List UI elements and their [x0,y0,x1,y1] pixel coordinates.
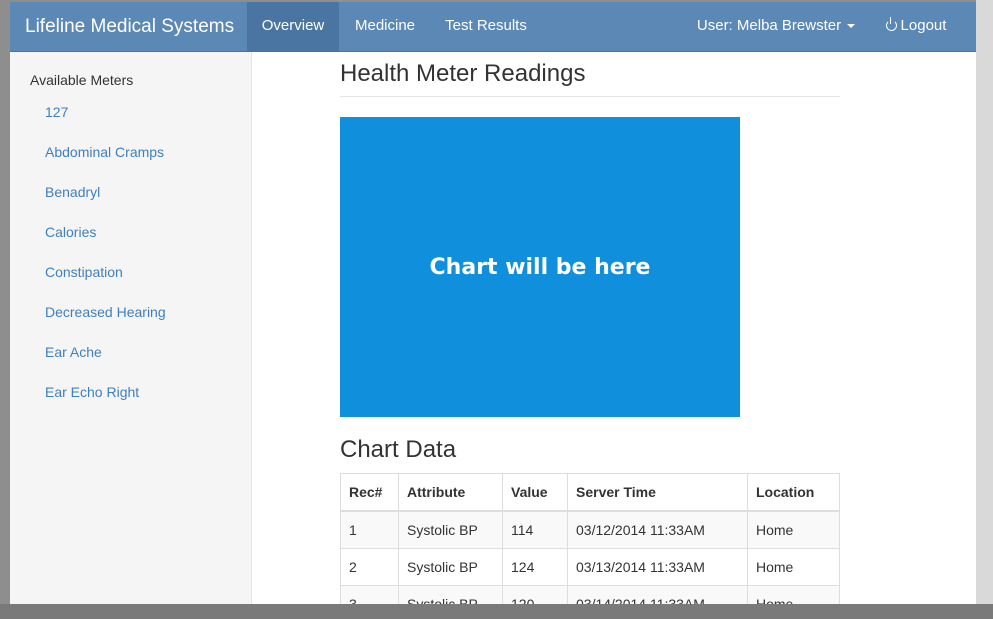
chart-placeholder: Chart will be here [340,117,740,417]
sidebar-item-ear-ache[interactable]: Ear Ache [45,344,102,360]
table-cell: 2 [340,548,399,586]
table-cell: 120 [502,585,568,604]
browser-viewport: Lifeline Medical Systems Overview Medici… [10,2,976,604]
logout-label: Logout [900,17,947,34]
page-title: Health Meter Readings [340,60,586,87]
table-cell: 03/12/2014 11:33AM [567,510,748,549]
sidebar-item-decreased-hearing[interactable]: Decreased Hearing [45,304,166,320]
title-divider [340,96,840,97]
column-header: Server Time [567,473,748,512]
top-navbar: Lifeline Medical Systems Overview Medici… [10,2,976,52]
sidebar-item-calories[interactable]: Calories [45,224,96,240]
chart-data-title: Chart Data [340,436,457,463]
sidebar: Available Meters 127 Abdominal Cramps Be… [10,52,252,604]
table-cell: 1 [340,510,399,549]
power-icon [885,17,897,31]
column-header: Attribute [398,473,503,512]
table-row: 1 Systolic BP 114 03/12/2014 11:33AM Hom… [340,510,840,549]
chart-data-table: Rec# Attribute Value Server Time Locatio… [340,473,840,604]
sidebar-item-constipation[interactable]: Constipation [45,264,123,280]
table-cell: Systolic BP [398,548,503,586]
brand-link[interactable]: Lifeline Medical Systems [25,2,234,51]
logout-button[interactable]: Logout [876,2,956,51]
user-menu-label: User: Melba Brewster [696,17,842,34]
sidebar-item-benadryl[interactable]: Benadryl [45,184,100,200]
table-cell: 03/13/2014 11:33AM [567,548,748,586]
nav-tab-overview[interactable]: Overview [247,2,339,51]
column-header: Rec# [340,473,399,512]
table-cell: 114 [502,510,568,549]
table-row: 3 Systolic BP 120 03/14/2014 11:33AM Hom… [340,585,840,604]
table-cell: Home [747,510,840,549]
sidebar-item-127[interactable]: 127 [45,104,68,120]
sidebar-item-abdominal-cramps[interactable]: Abdominal Cramps [45,144,164,160]
table-cell: Home [747,585,840,604]
table-cell: 03/14/2014 11:33AM [567,585,748,604]
table-row: 2 Systolic BP 124 03/13/2014 11:33AM Hom… [340,548,840,586]
sidebar-item-ear-echo-right[interactable]: Ear Echo Right [45,384,139,400]
nav-tab-test-results[interactable]: Test Results [431,2,541,51]
table-cell: Systolic BP [398,585,503,604]
table-cell: Systolic BP [398,510,503,549]
table-header-row: Rec# Attribute Value Server Time Locatio… [340,473,840,512]
nav-tab-medicine[interactable]: Medicine [339,2,431,51]
column-header: Value [502,473,568,512]
chart-placeholder-text: Chart will be here [429,254,651,280]
column-header: Location [747,473,840,512]
table-cell: Home [747,548,840,586]
window-bottom-edge [0,604,993,619]
caret-down-icon [847,24,856,29]
sidebar-header: Available Meters [30,72,134,88]
window-scroll-gutter [976,0,993,619]
user-menu-dropdown[interactable]: User: Melba Brewster [686,2,866,51]
table-cell: 3 [340,585,399,604]
table-cell: 124 [502,548,568,586]
